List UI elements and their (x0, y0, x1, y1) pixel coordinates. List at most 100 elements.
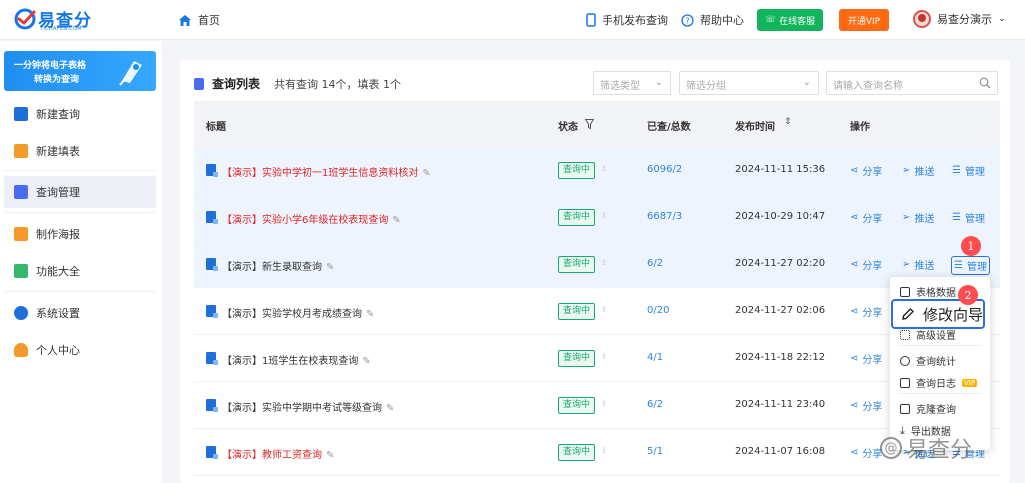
drag-handle-icon[interactable]: ⁞⁞ (602, 258, 606, 267)
sort-icon[interactable]: ⇕ (784, 117, 792, 127)
sidebar-item-personal[interactable]: 个人中心 (4, 334, 156, 366)
row-title-text: 【演示】教师工资查询 (222, 450, 322, 461)
table-row[interactable]: 【演示】新生录取查询 ✎ 查询中 ⁞⁞ 6/2 2024-11-27 02:20 ⋖ 分享 ➢ 推… (194, 241, 1000, 288)
convert-banner[interactable]: 一分钟将电子表格 转换为查询 (4, 51, 156, 91)
drag-handle-icon[interactable]: ⁞⁞ (602, 352, 606, 361)
manage-button[interactable]: ☰管理 (952, 163, 985, 178)
edit-icon[interactable]: ✎ (366, 309, 374, 320)
share-label: 分享 (862, 261, 883, 272)
menu-item-query-log[interactable]: 查询日志 VIP (900, 375, 978, 390)
user-icon (14, 343, 28, 357)
menu-item-label: 表格数据 (916, 288, 956, 299)
sidebar-item-label: 制作海报 (36, 228, 80, 241)
manage-button[interactable]: ☰管理 (951, 256, 990, 275)
list-icon (194, 77, 204, 90)
row-count[interactable]: 4/1 (647, 352, 663, 363)
row-count[interactable]: 6/2 (647, 399, 663, 410)
share-icon: ⋖ (850, 306, 859, 317)
online-service-button[interactable]: ☏ 在线客服 (757, 9, 823, 31)
edit-icon[interactable]: ✎ (362, 356, 370, 367)
row-count[interactable]: 5/1 (647, 446, 663, 457)
table-row[interactable]: 【演示】实验中学期中考试等级查询 ✎ 查询中 ⁞⁞ 6/2 2024-11-11 23:4… (194, 382, 1000, 429)
row-title[interactable]: 【演示】1班学生在校表现查询 ✎ (222, 352, 371, 367)
table-row[interactable]: 【演示】实验学校月考成绩查询 ✎ 查询中 ⁞⁞ 0/20 2024-11-27 02:06… (194, 288, 1000, 335)
logo[interactable]: 易查分 YICHAFEN.COM (14, 6, 100, 34)
home-link[interactable]: 首页 (178, 12, 220, 28)
avatar (913, 10, 931, 28)
share-button[interactable]: ⋖ 分享 (850, 445, 882, 460)
row-title[interactable]: 【演示】新生录取查询 ✎ (222, 258, 334, 273)
sidebar-item-new-query[interactable]: 新建查询 (4, 98, 156, 130)
menu-item-query-stats[interactable]: 查询统计 (900, 353, 956, 368)
send-icon: ➢ (902, 259, 911, 270)
home-icon (179, 14, 191, 26)
share-button[interactable]: ⋖ 分享 (850, 163, 882, 178)
manage-button[interactable]: ☰管理 (952, 210, 985, 225)
edit-icon[interactable]: ✎ (326, 262, 334, 273)
row-count[interactable]: 0/20 (647, 305, 669, 316)
push-label: 推送 (914, 214, 935, 225)
table-row[interactable]: 【演示】实验中学初一1班学生信息资料核对 ✎ 查询中 ⁞⁞ 6096/2 2024-11-… (194, 147, 1000, 194)
edit-icon[interactable]: ✎ (386, 403, 394, 414)
table-row[interactable]: 【演示】实验小学6年级在校表现查询 ✎ 查询中 ⁞⁞ 6687/3 2024-10-29 … (194, 194, 1000, 241)
row-count[interactable]: 6687/3 (647, 211, 682, 222)
sidebar-item-query-manage[interactable]: 查询管理 (4, 176, 156, 208)
drag-handle-icon[interactable]: ⁞⁞ (602, 305, 606, 314)
filter-icon[interactable] (585, 119, 594, 129)
row-title[interactable]: 【演示】教师工资查询 ✎ (222, 446, 334, 461)
status-badge: 查询中 (558, 397, 596, 414)
row-count[interactable]: 6096/2 (647, 164, 682, 175)
sidebar-item-poster[interactable]: 制作海报 (4, 218, 156, 250)
chevron-down-icon: ⌄ (998, 14, 1006, 24)
group-filter-select[interactable]: 筛选分组 ⌄ (679, 71, 819, 95)
chevron-down-icon: ⌄ (654, 77, 663, 88)
drag-handle-icon[interactable]: ⁞⁞ (602, 164, 606, 173)
sidebar-item-label: 查询管理 (36, 186, 80, 199)
drag-handle-icon[interactable]: ⁞⁞ (602, 399, 606, 408)
edit-icon[interactable]: ✎ (326, 450, 334, 461)
open-vip-button[interactable]: 开通VIP (839, 9, 889, 31)
sidebar-item-new-form[interactable]: 新建填表 (4, 135, 156, 167)
column-title: 标题 (206, 122, 226, 133)
sidebar-item-features[interactable]: 功能大全 (4, 255, 156, 287)
push-button[interactable]: ➢推送 (902, 257, 934, 272)
sidebar-item-label: 功能大全 (36, 265, 80, 278)
push-button[interactable]: ➢推送 (902, 163, 934, 178)
row-title[interactable]: 【演示】实验小学6年级在校表现查询 ✎ (222, 211, 401, 226)
share-icon: ⋖ (850, 400, 859, 411)
row-publish-time: 2024-11-27 02:06 (735, 305, 826, 316)
share-icon: ⋖ (850, 165, 859, 176)
drag-handle-icon[interactable]: ⁞⁞ (602, 211, 606, 220)
sidebar-item-settings[interactable]: 系统设置 (4, 297, 156, 329)
at-icon: @ (880, 437, 902, 459)
share-button[interactable]: ⋖ 分享 (850, 257, 882, 272)
share-button[interactable]: ⋖ 分享 (850, 210, 882, 225)
share-button[interactable]: ⋖ 分享 (850, 351, 882, 366)
row-count[interactable]: 6/2 (647, 258, 663, 269)
row-title[interactable]: 【演示】实验学校月考成绩查询 ✎ (222, 305, 374, 320)
menu-item-advanced-settings[interactable]: 高级设置 (900, 327, 956, 342)
help-link[interactable]: ? 帮助中心 (681, 12, 744, 28)
watermark-text: 易查分 (906, 438, 973, 463)
vip-badge: VIP (962, 378, 978, 387)
menu-item-table-data[interactable]: 表格数据 (900, 284, 956, 299)
share-label: 分享 (862, 214, 883, 225)
row-title[interactable]: 【演示】实验中学初一1班学生信息资料核对 ✎ (222, 164, 431, 179)
share-button[interactable]: ⋖ 分享 (850, 398, 882, 413)
user-menu[interactable]: 易查分演示 ⌄ (913, 10, 1006, 28)
settings-grid-icon (900, 329, 910, 340)
push-button[interactable]: ➢推送 (902, 210, 934, 225)
rocket-illustration-icon (119, 61, 142, 86)
edit-icon[interactable]: ✎ (392, 215, 400, 226)
type-filter-select[interactable]: 筛选类型 ⌄ (593, 71, 671, 95)
search-input[interactable]: 请输入查询名称 (826, 71, 998, 95)
row-title[interactable]: 【演示】实验中学期中考试等级查询 ✎ (222, 399, 394, 414)
divider (898, 393, 982, 394)
menu-item-clone-query[interactable]: 克隆查询 (900, 401, 956, 416)
share-button[interactable]: ⋖ 分享 (850, 304, 882, 319)
table-row[interactable]: 【演示】1班学生在校表现查询 ✎ 查询中 ⁞⁞ 4/1 2024-11-18 22:12 ⋖… (194, 335, 1000, 382)
manage-label: 管理 (964, 167, 985, 178)
drag-handle-icon[interactable]: ⁞⁞ (602, 446, 606, 455)
edit-icon[interactable]: ✎ (422, 168, 430, 179)
mobile-publish-link[interactable]: 手机发布查询 (586, 12, 668, 28)
